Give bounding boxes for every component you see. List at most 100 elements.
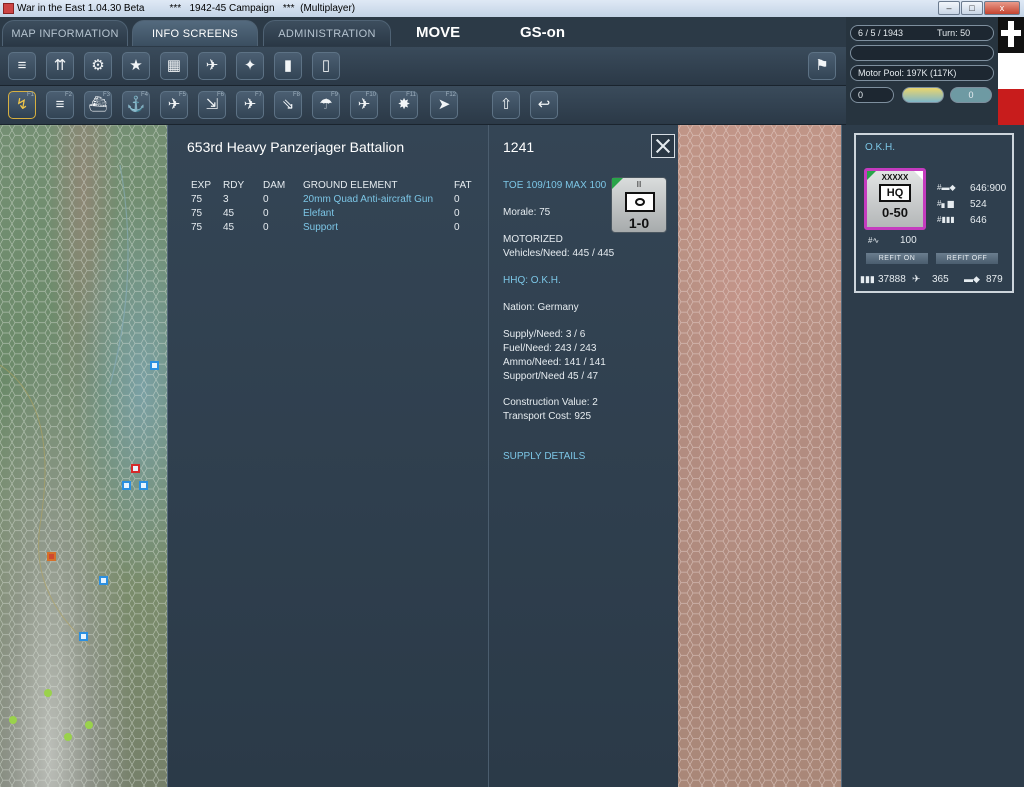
row-dam: 0 xyxy=(263,194,269,205)
transport-text: Transport Cost: 925 xyxy=(503,411,592,422)
map-location-dot xyxy=(85,721,93,729)
toggle-field[interactable]: 0 xyxy=(950,87,992,103)
toe-link[interactable]: TOE 109/109 MAX 100 xyxy=(503,180,606,191)
rail-icon[interactable]: ≡ F2 xyxy=(46,91,74,119)
tab-map-information[interactable]: MAP INFORMATION xyxy=(2,20,128,46)
surrender-flag-icon[interactable]: ⚑ xyxy=(808,52,836,80)
interdiction-icon[interactable]: ➤ F12 xyxy=(430,91,458,119)
support-text: Support/Need 45 / 47 xyxy=(503,371,599,382)
command-toolbar: ↯ F1 ≡ F2 ⛴ F3 ⚓ F4 ✈ F5 ⇲ F6 ✈ F7 ⇘ F8 ☂ F9 ✈ F10… xyxy=(0,86,846,125)
map-location-dot xyxy=(9,716,17,724)
hhq-link[interactable]: HHQ: O.K.H. xyxy=(503,275,561,286)
game-window: War in the East 1.04.30 Beta *** 1942-45… xyxy=(0,0,1024,787)
map-unit-marker[interactable] xyxy=(79,632,88,641)
app-icon xyxy=(3,3,14,14)
tablet-icon[interactable]: ▯ xyxy=(312,52,340,80)
bomb-strike-icon[interactable]: ✦ xyxy=(236,52,264,80)
map-view-left[interactable] xyxy=(0,125,167,787)
hex-grid-right xyxy=(678,125,841,787)
map-unit-marker-selected[interactable] xyxy=(131,464,140,473)
amphibious-icon[interactable]: ⚓ F4 xyxy=(122,91,150,119)
map-unit-marker[interactable] xyxy=(99,576,108,585)
ground-element-link[interactable]: Elefant xyxy=(303,208,334,219)
counter-echelon: II xyxy=(636,180,642,189)
date-turn-field: 6 / 5 / 1943 Turn: 50 xyxy=(850,25,994,41)
tab-administration[interactable]: ADMINISTRATION xyxy=(263,20,391,46)
bomb-city-icon[interactable]: ⇘ F8 xyxy=(274,91,302,119)
star-icon[interactable]: ★ xyxy=(122,52,150,80)
hq-strength: 0-50 xyxy=(881,205,909,220)
gear-icon[interactable]: ⚙ xyxy=(84,52,112,80)
gs-mode-button[interactable]: GS-on xyxy=(520,20,565,46)
window-title: War in the East 1.04.30 Beta *** 1942-45… xyxy=(17,3,356,14)
row-rdy: 45 xyxy=(223,222,235,233)
grid-map-icon[interactable]: ▦ xyxy=(160,52,188,80)
date-text: 6 / 5 / 1943 xyxy=(858,28,904,38)
supply-details-link[interactable]: SUPPLY DETAILS xyxy=(503,451,585,462)
map-unit-marker[interactable] xyxy=(122,481,131,490)
tank-icon: #▬◆ xyxy=(937,183,956,192)
unit-counter[interactable]: II 1-0 xyxy=(611,177,667,233)
explosion-icon[interactable]: ✸ F11 xyxy=(390,91,418,119)
row-rdy: 45 xyxy=(223,208,235,219)
row-exp: 75 xyxy=(191,208,203,219)
undo-icon[interactable]: ↩ xyxy=(530,91,558,119)
air-attack-icon[interactable]: ✈ F7 xyxy=(236,91,264,119)
ammo-text: Ammo/Need: 141 / 141 xyxy=(503,357,606,368)
tab-info-screens[interactable]: INFO SCREENS xyxy=(132,20,258,46)
row-exp: 75 xyxy=(191,194,203,205)
hq-counter[interactable]: XXXXX HQ 0-50 xyxy=(864,168,926,230)
air-transfer-icon[interactable]: ⇲ F6 xyxy=(198,91,226,119)
col-dam: DAM xyxy=(263,180,286,191)
weather-indicator[interactable] xyxy=(902,87,944,103)
ground-bomb-icon[interactable]: ✈ F10 xyxy=(350,91,378,119)
hq-footer-tanks: 879 xyxy=(986,274,1003,285)
move-mode-button[interactable]: MOVE xyxy=(416,20,460,46)
motorized-text: MOTORIZED xyxy=(503,234,563,245)
paradrop-icon[interactable]: ☂ F9 xyxy=(312,91,340,119)
map-location-dot xyxy=(64,733,72,741)
naval-transport-icon[interactable]: ⛴ F3 xyxy=(84,91,112,119)
map-unit-marker[interactable] xyxy=(139,481,148,490)
ground-element-link[interactable]: 20mm Quad Anti-aircraft Gun xyxy=(303,194,433,205)
refit-off-button[interactable]: REFIT OFF xyxy=(936,253,998,264)
col-fat: FAT xyxy=(454,180,472,191)
close-window-button[interactable]: x xyxy=(984,1,1020,15)
nation-text: Nation: Germany xyxy=(503,302,579,313)
aircraft-icon: ✈ xyxy=(912,274,921,285)
morale-text: Morale: 75 xyxy=(503,207,551,218)
map-enemy-marker[interactable] xyxy=(47,552,56,561)
upload-icon[interactable]: ⇧ xyxy=(492,91,520,119)
empty-status-field xyxy=(850,45,994,61)
refit-on-button[interactable]: REFIT ON xyxy=(866,253,928,264)
fuel-text: Fuel/Need: 243 / 243 xyxy=(503,343,597,354)
unit-info-panel: 653rd Heavy Panzerjager Battalion 1241 E… xyxy=(167,125,678,787)
window-title-bar: War in the East 1.04.30 Beta *** 1942-45… xyxy=(0,0,1024,17)
info-toolbar: ≡ ⇈ ⚙ ★ ▦ ✈ ✦ ▮ ▯ ⚑ xyxy=(0,47,846,86)
air-recon-icon[interactable]: ✈ F5 xyxy=(160,91,188,119)
minimize-button[interactable]: – xyxy=(938,1,960,15)
close-panel-button[interactable] xyxy=(651,134,675,158)
map-unit-marker[interactable] xyxy=(150,361,159,370)
col-exp: EXP xyxy=(191,180,212,191)
row-dam: 0 xyxy=(263,208,269,219)
row-fat: 0 xyxy=(454,222,460,233)
map-view-right[interactable] xyxy=(678,125,841,787)
tank-small-icon: ▬◆ xyxy=(964,274,980,284)
air-combat-icon[interactable]: ✈ xyxy=(198,52,226,80)
infantry-icon[interactable]: ⇈ xyxy=(46,52,74,80)
counter-field: 0 xyxy=(850,87,894,103)
vehicles-text: Vehicles/Need: 445 / 445 xyxy=(503,248,615,259)
hq-men: 646 xyxy=(970,215,987,226)
row-rdy: 3 xyxy=(223,194,229,205)
counter-strength: 1-0 xyxy=(628,215,650,231)
move-path-icon[interactable]: ↯ F1 xyxy=(8,91,36,119)
hq-name: O.K.H. xyxy=(865,142,896,153)
unit-name: 653rd Heavy Panzerjager Battalion xyxy=(187,139,405,155)
battery-icon[interactable]: ▮ xyxy=(274,52,302,80)
hq-card[interactable]: O.K.H. XXXXX HQ 0-50 #▬◆ 646:900 #▖▆ 524… xyxy=(854,133,1014,293)
ground-element-link[interactable]: Support xyxy=(303,222,338,233)
maximize-button[interactable]: □ xyxy=(961,1,983,15)
hq-value: 100 xyxy=(900,235,917,246)
hamburger-units-icon[interactable]: ≡ xyxy=(8,52,36,80)
